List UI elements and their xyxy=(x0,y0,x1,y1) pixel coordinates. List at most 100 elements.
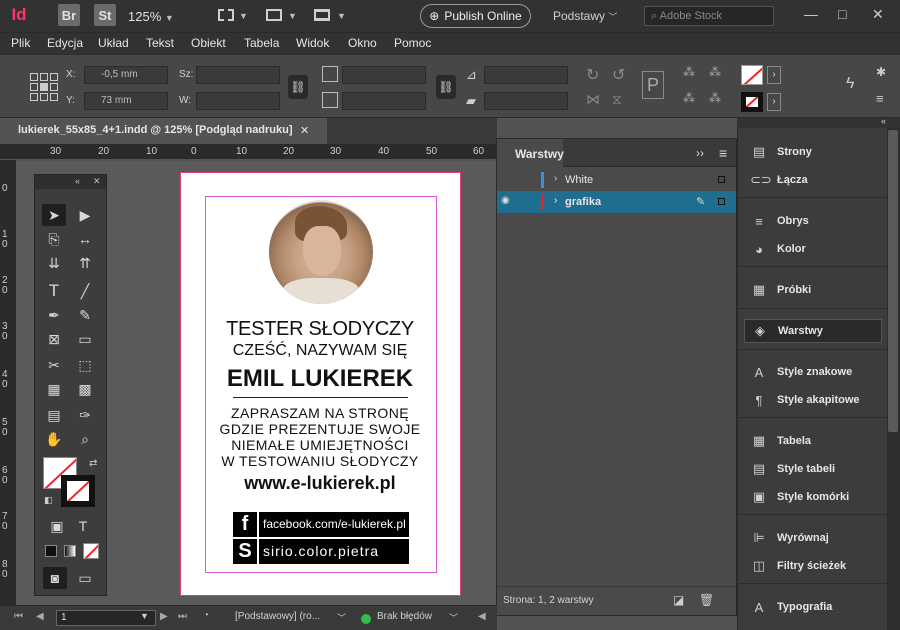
normal-view-icon[interactable]: ◙ xyxy=(43,567,67,589)
view-options-icon[interactable] xyxy=(218,9,234,21)
dock-scrollbar-thumb[interactable] xyxy=(888,130,898,432)
chevron-right-icon[interactable]: › xyxy=(767,93,781,111)
dock-item-swatches[interactable]: ▦ Próbki xyxy=(744,278,882,302)
dock-item-character-styles[interactable]: A Style znakowe xyxy=(744,360,882,384)
menu-object[interactable]: Obiekt xyxy=(191,36,226,50)
select-previous-icon[interactable]: ⁂ xyxy=(683,91,695,105)
reference-point-icon[interactable] xyxy=(30,73,58,101)
menu-table[interactable]: Tabela xyxy=(244,36,279,50)
close-icon[interactable]: ✕ xyxy=(300,124,309,137)
panel-menu-icon[interactable]: ≡ xyxy=(876,91,884,106)
menu-file[interactable]: Plik xyxy=(11,36,30,50)
direct-selection-tool-icon[interactable]: ▶ xyxy=(73,204,97,226)
rectangle-tool-icon[interactable]: ▭ xyxy=(73,328,97,350)
close-button[interactable]: ✕ xyxy=(872,6,884,23)
workspace-switcher[interactable]: Podstawy ﹀ xyxy=(553,9,617,23)
shear-input[interactable] xyxy=(484,92,568,110)
horizontal-ruler[interactable]: 30 20 10 0 10 20 30 40 50 60 xyxy=(0,144,497,160)
vertical-ruler[interactable]: 0 1 0 2 0 3 0 4 0 5 0 6 0 7 0 8 0 xyxy=(0,160,16,605)
apply-gradient-icon[interactable] xyxy=(64,545,76,557)
new-layer-icon[interactable]: ◪ xyxy=(673,593,684,607)
chevron-down-icon[interactable]: ﹀ xyxy=(337,611,346,624)
dock-item-links[interactable]: ⊂⊃ Łącza xyxy=(744,168,882,192)
pen-icon[interactable]: ✎ xyxy=(696,195,705,208)
hand-tool-icon[interactable]: ✋ xyxy=(42,428,66,450)
zoom-tool-icon[interactable]: ⌕ xyxy=(73,428,97,450)
content-placer-icon[interactable]: ⇈ xyxy=(73,252,97,274)
card-line[interactable]: NIEMAŁE UMIEJĘTNOŚCI xyxy=(195,437,445,453)
dock-item-table-styles[interactable]: ▤ Style tabeli xyxy=(744,457,882,481)
constrain-scale-icon[interactable]: ⛓ xyxy=(436,75,456,99)
cloud-sync-icon[interactable]: ◔ xyxy=(203,610,209,621)
card-line[interactable]: ZAPRASZAM NA STRONĘ xyxy=(195,405,445,421)
facebook-block[interactable]: f facebook.com/e-lukierek.pl xyxy=(233,512,409,537)
select-container-icon[interactable]: ⁂ xyxy=(683,65,695,79)
dock-item-paragraph-styles[interactable]: ¶ Style akapitowe xyxy=(744,388,882,412)
first-page-icon[interactable]: ⏮ xyxy=(14,611,23,622)
skype-block[interactable]: S sirio.color.pietra xyxy=(233,539,409,564)
tab-layers[interactable]: Warstwy xyxy=(497,139,564,167)
content-collector-icon[interactable]: ⇊ xyxy=(42,252,66,274)
menu-view[interactable]: Widok xyxy=(296,36,329,50)
stroke-swatch[interactable] xyxy=(741,92,763,112)
card-line[interactable]: W TESTOWANIU SŁODYCZY xyxy=(195,453,445,469)
constrain-proportions-icon[interactable]: ⛓ xyxy=(288,75,308,99)
rotation-input[interactable] xyxy=(484,66,568,84)
x-position-input[interactable]: -0,5 mm xyxy=(84,66,168,84)
dock-item-pathfinder[interactable]: ◫ Filtry ścieżek xyxy=(744,554,882,578)
selection-tool-icon[interactable]: ➤ xyxy=(42,204,66,226)
preflight-status[interactable]: Brak błędów xyxy=(377,611,432,622)
gradient-feather-tool-icon[interactable]: ▩ xyxy=(73,378,97,400)
width-input[interactable] xyxy=(196,66,280,84)
stock-button[interactable]: St xyxy=(94,4,116,26)
free-transform-tool-icon[interactable]: ⬚ xyxy=(73,354,97,376)
dock-item-stroke[interactable]: ≡ Obrys xyxy=(744,209,882,233)
lightning-icon[interactable]: ϟ xyxy=(846,75,854,93)
gradient-swatch-tool-icon[interactable]: ▦ xyxy=(42,378,66,400)
dock-item-pages[interactable]: ▤ Strony xyxy=(744,140,882,164)
apply-none-icon[interactable] xyxy=(83,543,99,559)
chevron-right-icon[interactable]: › xyxy=(554,195,557,206)
panel-menu-icon[interactable]: ≡ xyxy=(719,145,727,161)
pencil-tool-icon[interactable]: ✎ xyxy=(73,304,97,326)
card-title[interactable]: TESTER SŁODYCZY xyxy=(195,318,445,341)
height-input[interactable] xyxy=(196,92,280,110)
maximize-button[interactable]: □ xyxy=(838,6,846,22)
menu-type[interactable]: Tekst xyxy=(146,36,174,50)
default-colors-icon[interactable]: ◧ xyxy=(44,495,53,506)
chevron-down-icon[interactable]: ﹀ xyxy=(449,611,458,624)
menu-help[interactable]: Pomoc xyxy=(394,36,431,50)
chevron-right-icon[interactable]: › xyxy=(554,173,557,184)
fill-swatch[interactable] xyxy=(741,65,763,85)
zoom-level[interactable]: 125% ▼ xyxy=(128,9,174,24)
trash-icon[interactable]: 🗑 xyxy=(699,593,714,607)
chevron-right-icon[interactable]: › xyxy=(767,66,781,84)
layer-select-box[interactable] xyxy=(718,198,725,205)
stroke-color-swatch[interactable] xyxy=(61,475,95,507)
collapse-icon[interactable]: « xyxy=(75,176,80,186)
page-tool-icon[interactable]: ⎘ xyxy=(42,228,66,250)
flip-horizontal-icon[interactable]: ⋈ xyxy=(586,91,600,108)
dock-item-align[interactable]: ⊫ Wyrównaj xyxy=(744,526,882,550)
layer-select-box[interactable] xyxy=(718,176,725,183)
layer-row-white[interactable]: › White xyxy=(497,169,736,191)
select-next-icon[interactable]: ⁂ xyxy=(709,91,721,105)
menu-layout[interactable]: Układ xyxy=(98,36,129,50)
chevron-down-icon[interactable]: ▼ xyxy=(140,611,149,621)
master-style-label[interactable]: [Podstawowy] (ro... xyxy=(235,611,320,622)
formatting-text-icon[interactable]: T xyxy=(71,515,95,537)
card-line[interactable]: GDZIE PREZENTUJE SWOJE xyxy=(195,421,445,437)
menu-window[interactable]: Okno xyxy=(348,36,377,50)
dock-item-color[interactable]: ◕ Kolor xyxy=(744,237,882,261)
layer-row-grafika[interactable]: ◉ › grafika ✎ xyxy=(497,191,736,213)
gap-tool-icon[interactable]: ↔ xyxy=(73,228,97,250)
next-page-icon[interactable]: ▶ xyxy=(160,611,168,622)
document-tab[interactable]: lukierek_55x85_4+1.indd @ 125% [Podgląd … xyxy=(0,118,327,144)
eye-icon[interactable]: ◉ xyxy=(501,195,515,206)
card-website[interactable]: www.e-lukierek.pl xyxy=(195,473,445,494)
arrange-documents-icon[interactable] xyxy=(314,9,330,21)
flip-vertical-icon[interactable]: ⧖ xyxy=(612,91,622,108)
dock-item-cell-styles[interactable]: ▣ Style komórki xyxy=(744,485,882,509)
bridge-button[interactable]: Br xyxy=(58,4,80,26)
dock-item-table[interactable]: ▦ Tabela xyxy=(744,429,882,453)
